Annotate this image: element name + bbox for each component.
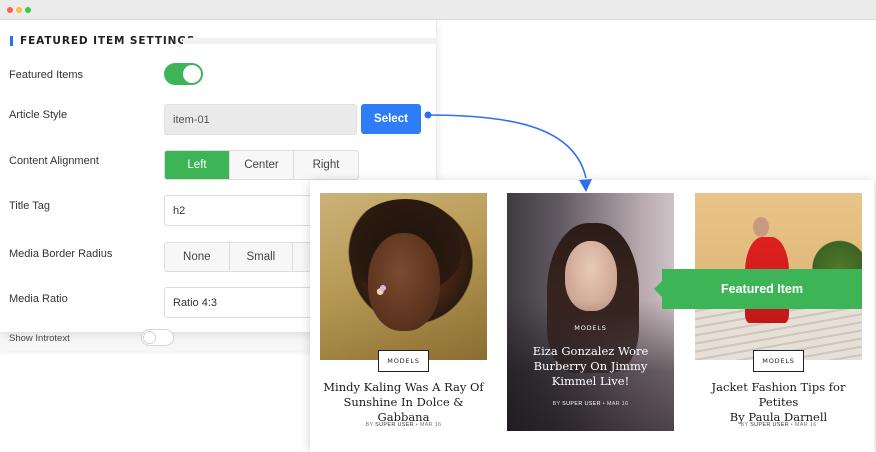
connector-arrow [424,111,592,192]
connector-curve [427,114,587,179]
connector-arrowhead-icon [579,179,592,192]
